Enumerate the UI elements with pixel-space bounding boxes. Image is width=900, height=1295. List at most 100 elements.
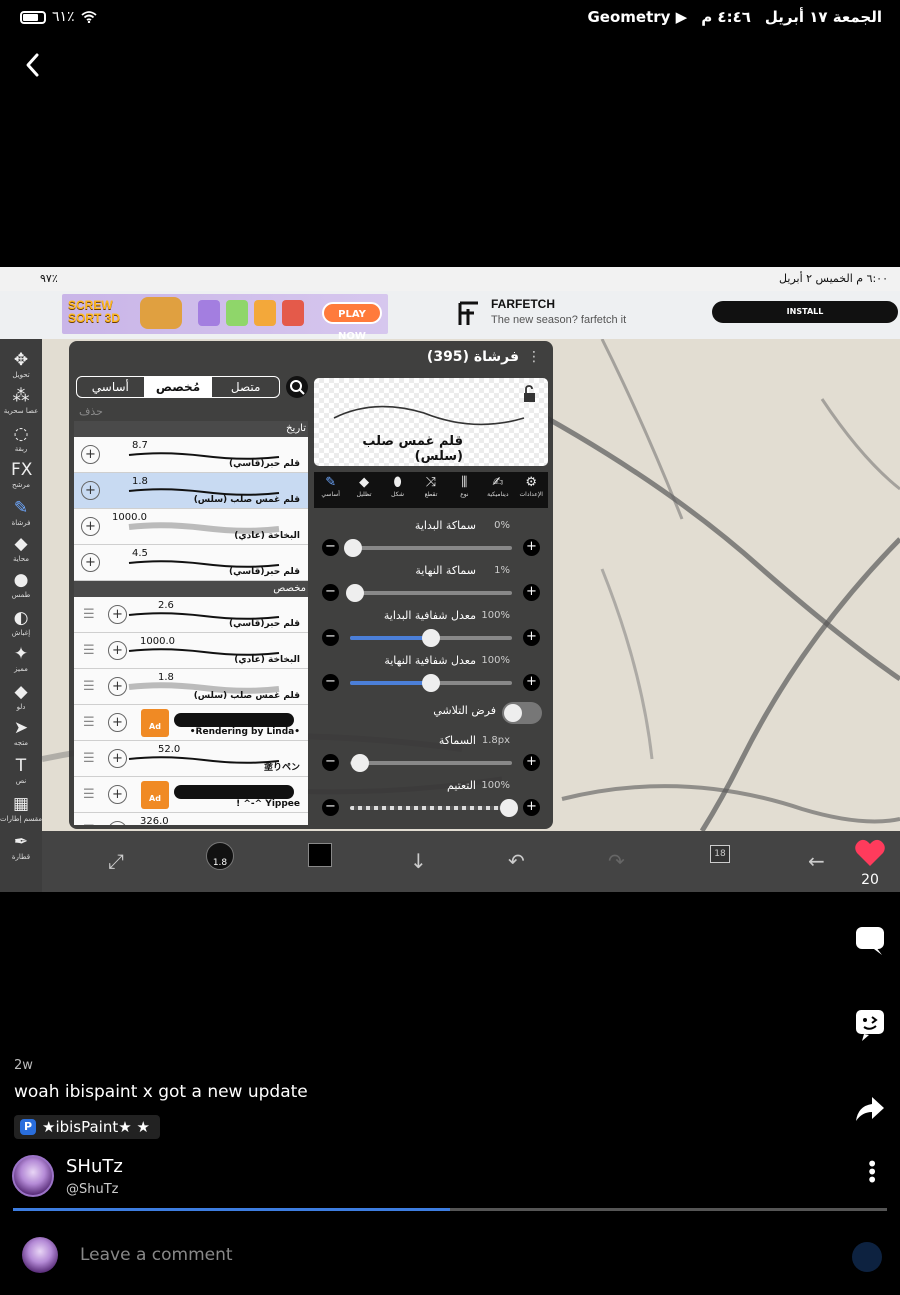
tool-filter[interactable]: FX مرشح xyxy=(0,461,42,489)
slider-track[interactable] xyxy=(345,584,512,602)
add-brush-icon[interactable]: + xyxy=(81,481,100,500)
decrease-icon[interactable]: − xyxy=(322,674,339,691)
slider-knob[interactable] xyxy=(499,799,518,817)
more-options-icon[interactable]: • • • xyxy=(866,1154,878,1190)
comment-input[interactable]: Leave a comment xyxy=(80,1245,233,1265)
brush-row[interactable]: ☰ +326.0 xyxy=(74,813,308,825)
play-now-button[interactable]: PLAY NOW xyxy=(322,302,382,342)
community-tag[interactable]: P ★ibisPaint★ ★ xyxy=(14,1115,160,1139)
tab-custom[interactable]: مُخصص xyxy=(144,377,213,397)
tab-basic[interactable]: أساسي xyxy=(77,377,145,397)
slider-knob[interactable] xyxy=(422,629,440,647)
remix-icon[interactable] xyxy=(854,1008,886,1042)
brush-row[interactable]: +8.7 قلم حبر(قاسي) xyxy=(74,437,308,473)
tool-move[interactable]: ✥ تحويل xyxy=(0,351,42,379)
comment-action[interactable] xyxy=(852,925,888,961)
brush-row[interactable]: ☰ +1000.0 البخاخة (عادي) xyxy=(74,633,308,669)
prop-tab-settings[interactable]: ⚙ الإعدادات xyxy=(515,472,548,508)
color-swatch[interactable] xyxy=(308,843,332,867)
drag-handle-icon[interactable]: ☰ xyxy=(83,716,95,729)
tool-brush[interactable]: ✎ فرشاة xyxy=(0,499,42,527)
tool-eraser[interactable]: ◆ محاية xyxy=(0,535,42,563)
prop-tab-type[interactable]: ⫼ نوع xyxy=(448,472,481,508)
tool-select[interactable]: ➤ متجه xyxy=(0,719,42,747)
ad-lock-icon[interactable]: Ad xyxy=(141,781,169,809)
increase-icon[interactable]: + xyxy=(523,799,540,816)
ad-banner[interactable]: SCREW SORT 3D PLAY NOW FARFETCH The new … xyxy=(0,291,900,342)
tool-dropper[interactable]: ✒ قطارة xyxy=(0,833,42,861)
increase-icon[interactable]: + xyxy=(523,754,540,771)
tool-lasso[interactable]: ◌ ربقة xyxy=(0,425,42,453)
drag-handle-icon[interactable]: ☰ xyxy=(83,752,95,765)
tab-online[interactable]: متصل xyxy=(212,377,279,397)
remix-action[interactable] xyxy=(852,1008,888,1046)
brush-size-button[interactable]: 1.8 xyxy=(206,842,234,870)
brush-row[interactable]: +4.5 قلم حبر(قاسي) xyxy=(74,545,308,581)
brush-row[interactable]: ☰ +1.8 قلم غمس صلب (سلس) xyxy=(74,669,308,705)
slider-track[interactable] xyxy=(350,754,512,772)
share-icon[interactable] xyxy=(854,1095,886,1123)
prop-tab-shading[interactable]: ◆ تظليل xyxy=(347,472,380,508)
prop-tab-brush[interactable]: ✎ أساسي xyxy=(314,472,347,508)
post-image[interactable]: ٩٧٪ ٦:٠٠ م الخميس ٢ أبريل SCREW SORT 3D … xyxy=(0,267,900,892)
add-brush-icon[interactable]: + xyxy=(81,445,100,464)
tool-blur[interactable]: ◐ إغباش xyxy=(0,609,42,637)
slider-track[interactable] xyxy=(350,674,512,692)
slider-knob[interactable] xyxy=(345,584,364,602)
slider-track[interactable] xyxy=(350,799,518,817)
increase-icon[interactable]: + xyxy=(523,674,540,691)
comment-icon[interactable] xyxy=(854,925,886,957)
drag-handle-icon[interactable]: ☰ xyxy=(83,608,95,621)
tool-magic-wand[interactable]: ⁂ عصا سحرية xyxy=(0,387,42,415)
add-brush-icon[interactable]: + xyxy=(108,713,127,732)
tool-text[interactable]: T نص xyxy=(0,757,42,785)
game-ad[interactable]: SCREW SORT 3D PLAY NOW xyxy=(62,294,388,342)
username[interactable]: SHuTz xyxy=(66,1156,123,1177)
video-progress[interactable] xyxy=(13,1208,887,1211)
undo-icon[interactable]: ↶ xyxy=(508,848,525,874)
slider-track[interactable] xyxy=(350,629,512,647)
drag-handle-icon[interactable]: ☰ xyxy=(83,788,95,801)
brush-row[interactable]: +1000.0 البخاخة (عادي) xyxy=(74,509,308,545)
slider-knob[interactable] xyxy=(344,539,363,557)
brush-row[interactable]: ☰ +52.0 塗りペン xyxy=(74,741,308,777)
slider-knob[interactable] xyxy=(350,754,369,772)
tool-special[interactable]: ✦ مميز xyxy=(0,645,42,673)
install-button[interactable]: INSTALL xyxy=(712,301,898,323)
decrease-icon[interactable]: − xyxy=(322,584,339,601)
brush-row[interactable]: ☰ + Ad •Rendering by Linda• xyxy=(74,705,308,741)
increase-icon[interactable]: + xyxy=(523,629,540,646)
tool-smudge[interactable]: ● طمس xyxy=(0,571,42,599)
slider-knob[interactable] xyxy=(422,674,440,692)
like-action[interactable]: 20 xyxy=(852,838,888,888)
force-fade-toggle[interactable] xyxy=(502,702,542,724)
search-button[interactable] xyxy=(286,376,308,398)
drag-handle-icon[interactable]: ☰ xyxy=(83,680,95,693)
panel-menu-icon[interactable]: ⋮ xyxy=(527,349,541,365)
drag-handle-icon[interactable]: ☰ xyxy=(83,644,95,657)
add-brush-icon[interactable]: + xyxy=(108,785,127,804)
prop-tab-shape[interactable]: ⬮ شكل xyxy=(381,472,414,508)
decrease-icon[interactable]: − xyxy=(322,754,339,771)
ad-lock-icon[interactable]: Ad xyxy=(141,709,169,737)
unlock-icon[interactable] xyxy=(520,384,540,404)
brush-row[interactable]: +1.8 قلم غمس صلب (سلس) xyxy=(74,473,308,509)
slider-track[interactable] xyxy=(344,539,512,557)
increase-icon[interactable]: + xyxy=(523,539,540,556)
send-button[interactable] xyxy=(852,1242,882,1272)
add-brush-icon[interactable]: + xyxy=(81,553,100,572)
tool-fill[interactable]: ◆ دلو xyxy=(0,683,42,711)
redo-icon[interactable]: ↷ xyxy=(608,848,625,874)
avatar[interactable] xyxy=(12,1155,54,1197)
drag-handle-icon[interactable]: ☰ xyxy=(83,824,95,825)
download-icon[interactable]: ↓ xyxy=(410,848,427,874)
decrease-icon[interactable]: − xyxy=(322,629,339,646)
back-chevron-icon[interactable] xyxy=(20,50,46,80)
back-arrow-icon[interactable]: ← xyxy=(808,848,825,874)
increase-icon[interactable]: + xyxy=(523,584,540,601)
share-action[interactable] xyxy=(852,1095,888,1127)
add-brush-icon[interactable]: + xyxy=(81,517,100,536)
brush-list[interactable]: تاريخ +8.7 قلم حبر(قاسي) +1.8 قلم غمس صلب (س… xyxy=(74,421,308,825)
tool-frame[interactable]: ▦ مقسم إطارات xyxy=(0,795,42,823)
prop-tab-dynamics[interactable]: ✍ ديناميكية xyxy=(481,472,514,508)
